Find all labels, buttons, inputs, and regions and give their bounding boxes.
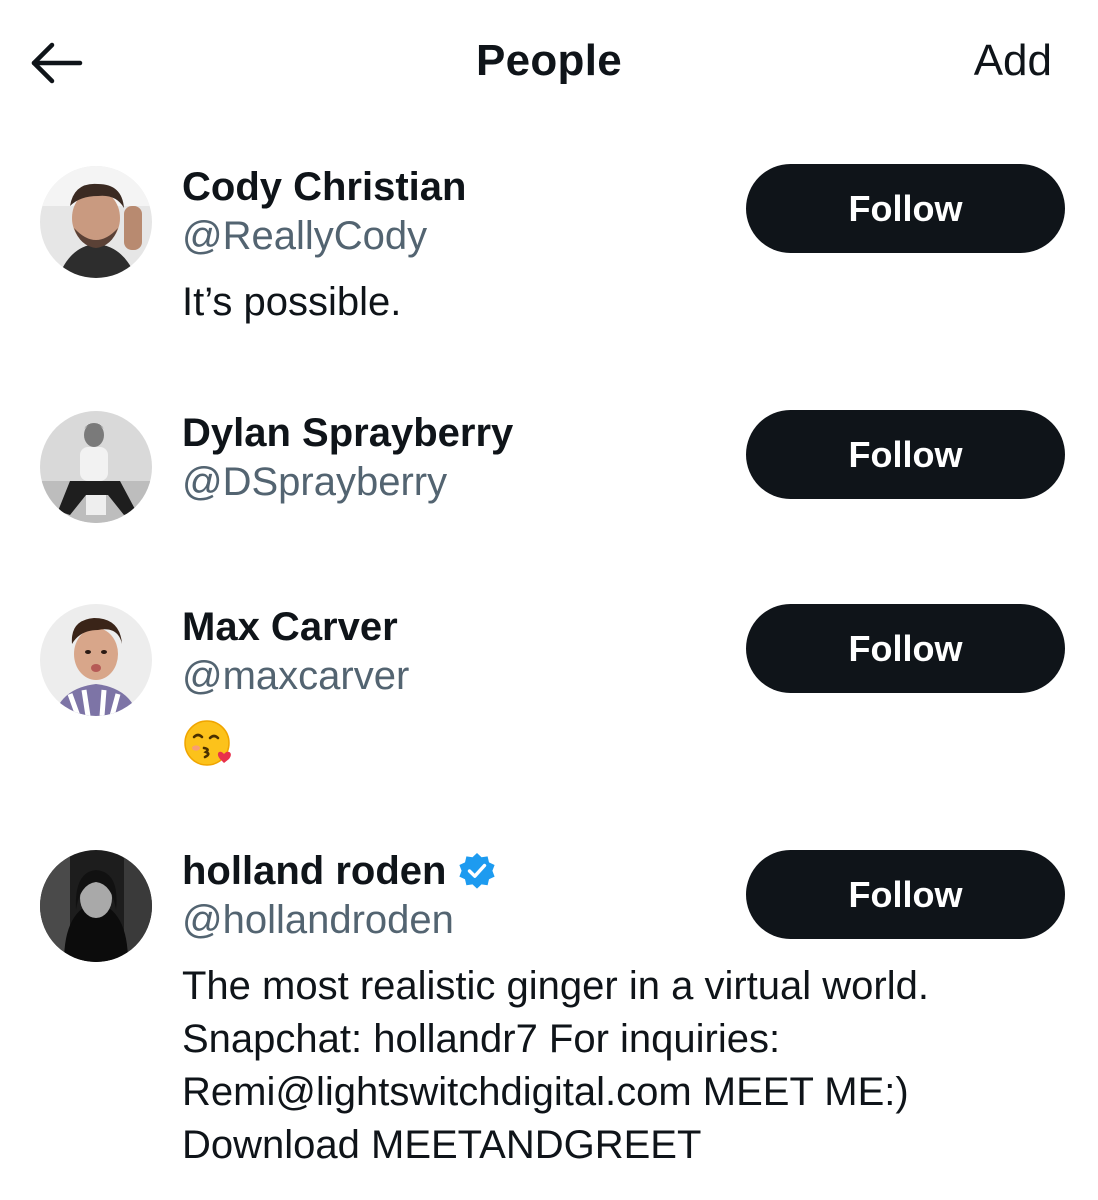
avatar[interactable] [40,604,152,716]
user-handle: @hollandroden [182,898,454,942]
display-name[interactable]: holland roden [182,849,446,894]
display-name[interactable]: Max Carver [182,605,398,650]
user-bio: The most realistic ginger in a virtual w… [182,960,1062,1172]
user-handle: @DSprayberry [182,460,448,504]
user-handle: @ReallyCody [182,214,428,258]
user-handle: @maxcarver [182,654,410,698]
follow-button[interactable]: Follow [746,164,1065,253]
follow-button[interactable]: Follow [746,410,1065,499]
bio-line: Snapchat: hollandr7 For inquiries: [182,1017,781,1061]
avatar[interactable] [40,166,152,278]
avatar[interactable] [40,411,152,523]
bio-line: Download MEETANDGREET [182,1123,702,1167]
follow-button[interactable]: Follow [746,604,1065,693]
avatar[interactable] [40,850,152,962]
header-bar: People Add [0,0,1098,126]
user-bio: It’s possible. [182,276,1062,329]
bio-line: It’s possible. [182,280,402,324]
bio-line: Remi@lightswitchdigital.com MEET ME:) [182,1070,909,1114]
kissing-face-with-heart-emoji [182,716,236,770]
display-name[interactable]: Dylan Sprayberry [182,411,513,456]
follow-button[interactable]: Follow [746,850,1065,939]
add-button[interactable]: Add [974,36,1052,86]
bio-line: The most realistic ginger in a virtual w… [182,964,929,1008]
verified-badge-icon [458,852,496,890]
page-title: People [475,36,623,85]
display-name[interactable]: Cody Christian [182,165,466,210]
